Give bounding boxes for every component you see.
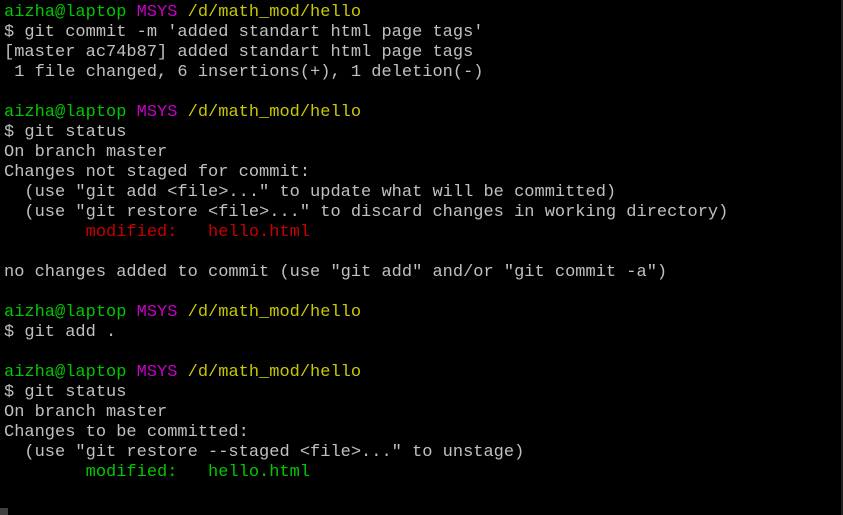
- prompt-path: /d/math_mod/hello: [187, 3, 362, 22]
- command-line: $ git status: [4, 383, 127, 402]
- command-line: $ git status: [4, 123, 127, 142]
- output-line: On branch master: [4, 403, 168, 422]
- prompt-user: aizha@laptop: [4, 303, 127, 322]
- modified-file-line: modified: hello.html: [4, 223, 843, 243]
- prompt-path: /d/math_mod/hello: [187, 103, 362, 122]
- modified-label: modified:: [4, 463, 209, 482]
- terminal-cursor: [0, 508, 8, 515]
- modified-file: hello.html: [208, 223, 311, 242]
- output-line: Changes to be committed:: [4, 423, 249, 442]
- prompt-env: MSYS: [136, 363, 178, 382]
- output-line: On branch master: [4, 143, 168, 162]
- prompt-user: aizha@laptop: [4, 363, 127, 382]
- prompt-env: MSYS: [136, 103, 178, 122]
- output-line: 1 file changed, 6 insertions(+), 1 delet…: [4, 63, 484, 82]
- prompt-user: aizha@laptop: [4, 103, 127, 122]
- command-line: $ git commit -m 'added standart html pag…: [4, 23, 484, 42]
- prompt-env: MSYS: [136, 3, 178, 22]
- prompt-user: aizha@laptop: [4, 3, 127, 22]
- prompt-path: /d/math_mod/hello: [187, 303, 362, 322]
- modified-file: hello.html: [208, 463, 311, 482]
- prompt-line: aizha@laptop MSYS /d/math_mod/hello: [4, 363, 843, 383]
- modified-file-line: modified: hello.html: [4, 463, 843, 483]
- output-line: no changes added to commit (use "git add…: [4, 263, 668, 282]
- output-line: (use "git restore <file>..." to discard …: [4, 203, 729, 222]
- output-line: (use "git add <file>..." to update what …: [4, 183, 617, 202]
- output-line: Changes not staged for commit:: [4, 163, 311, 182]
- prompt-env: MSYS: [136, 303, 178, 322]
- output-line: (use "git restore --staged <file>..." to…: [4, 443, 525, 462]
- modified-label: modified:: [4, 223, 209, 242]
- prompt-line: aizha@laptop MSYS /d/math_mod/hello: [4, 3, 843, 23]
- command-line: $ git add .: [4, 323, 117, 342]
- terminal-window[interactable]: aizha@laptop MSYS /d/math_mod/hello $ gi…: [0, 0, 843, 515]
- prompt-line: aizha@laptop MSYS /d/math_mod/hello: [4, 303, 843, 323]
- output-line: [master ac74b87] added standart html pag…: [4, 43, 474, 62]
- prompt-line: aizha@laptop MSYS /d/math_mod/hello: [4, 103, 843, 123]
- prompt-path: /d/math_mod/hello: [187, 363, 362, 382]
